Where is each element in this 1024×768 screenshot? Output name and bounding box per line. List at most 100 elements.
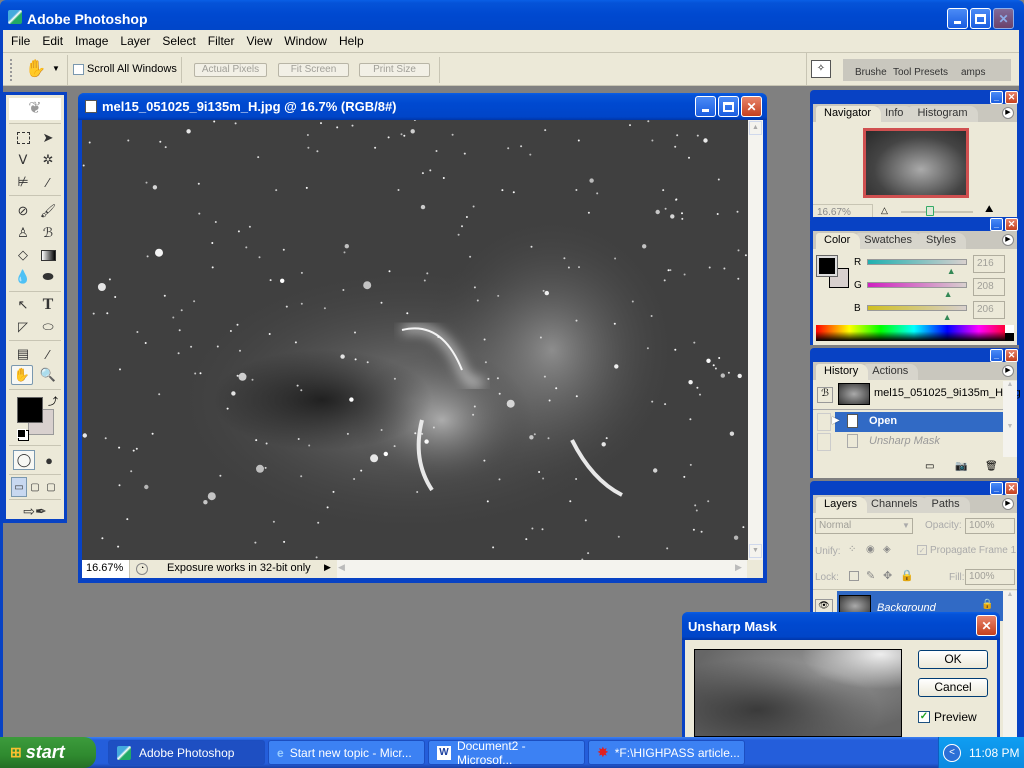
new-snapshot-icon[interactable]: 📷 (955, 461, 967, 472)
slice-tool-icon[interactable]: ⁄ (37, 172, 59, 192)
layers-minimize-button[interactable]: _ (990, 482, 1003, 495)
color-slider-thumb[interactable]: ▲ (944, 289, 953, 299)
menu-image[interactable]: Image (75, 34, 108, 48)
dodge-tool-icon[interactable]: ⬬ (37, 267, 59, 287)
fill-field[interactable]: 100% (965, 569, 1015, 585)
opacity-field[interactable]: 100% (965, 518, 1015, 534)
pen-tool-icon[interactable]: ◸ (12, 317, 34, 337)
print-size-button[interactable]: Print Size (359, 63, 430, 77)
tab-color[interactable]: Color (816, 233, 861, 249)
tab-swatches[interactable]: Swatches (856, 233, 922, 249)
status-menu-icon[interactable]: ◔ (136, 563, 148, 575)
color-panel-menu-icon[interactable]: ▶ (1002, 234, 1014, 246)
ellipse-shape-tool-icon[interactable]: ⬭ (37, 317, 59, 337)
spectrum-white-black-swatch[interactable] (1005, 325, 1014, 341)
start-button[interactable]: ⊞ start (0, 737, 96, 768)
navigator-minimize-button[interactable]: _ (990, 91, 1003, 104)
color-channel-slider-b[interactable] (867, 305, 967, 311)
taskbar-item-internet-explorer[interactable]: e Start new topic - Micr... (268, 740, 425, 765)
history-brush-tool-icon[interactable]: ℬ (37, 223, 59, 243)
options-bar-grip[interactable] (10, 59, 12, 81)
jump-to-imageready-icon[interactable]: ⇨✒ (14, 501, 56, 521)
color-channel-slider-g[interactable] (867, 282, 967, 288)
lock-transparency-icon[interactable] (849, 571, 859, 581)
show-hidden-icons-button[interactable]: < (943, 743, 961, 762)
full-screen-menu-mode-icon[interactable]: ▢ (27, 477, 43, 497)
foreground-color-swatch[interactable] (17, 397, 43, 423)
color-minimize-button[interactable]: _ (990, 218, 1003, 231)
dialog-ok-button[interactable]: OK (918, 650, 988, 669)
color-foreground-swatch[interactable] (816, 255, 838, 277)
unify-position-icon[interactable]: ⁘ (848, 544, 856, 555)
move-tool-icon[interactable]: ➤ (37, 128, 59, 148)
tab-styles[interactable]: Styles (918, 233, 966, 249)
scroll-left-arrow-icon[interactable]: ◀ (338, 562, 345, 573)
lock-all-icon[interactable]: 🔒 (900, 569, 914, 582)
color-channel-value-r[interactable]: 216 (973, 255, 1005, 273)
document-vertical-scrollbar[interactable]: ▲ ▼ (748, 120, 763, 560)
default-colors-icon[interactable] (17, 429, 26, 438)
quick-mask-mode-icon[interactable]: ● (38, 450, 60, 470)
app-close-button[interactable]: ✕ (993, 8, 1014, 29)
history-state-checkbox[interactable] (817, 413, 831, 431)
menu-help[interactable]: Help (339, 34, 364, 48)
fit-screen-button[interactable]: Fit Screen (278, 63, 349, 77)
color-slider-thumb[interactable]: ▲ (943, 312, 952, 322)
history-state-unsharp-mask[interactable]: Unsharp Mask (835, 432, 1003, 452)
menu-edit[interactable]: Edit (42, 34, 63, 48)
history-state-checkbox[interactable] (817, 433, 831, 451)
preview-checkbox[interactable]: ✓ (918, 711, 930, 723)
status-arrow-icon[interactable]: ▶ (324, 562, 331, 573)
menu-layer[interactable]: Layer (120, 34, 150, 48)
scroll-all-windows-checkbox[interactable] (73, 64, 84, 75)
navigator-close-button[interactable]: ✕ (1005, 91, 1018, 104)
document-horizontal-scrollbar[interactable]: ◀ ▶ (337, 560, 747, 578)
tab-navigator[interactable]: Navigator (816, 106, 882, 122)
brush-tool-icon[interactable]: 🖌 (37, 201, 59, 221)
layers-close-button[interactable]: ✕ (1005, 482, 1018, 495)
history-state-open[interactable]: Open (835, 412, 1003, 432)
dialog-close-button[interactable]: ✕ (976, 615, 997, 636)
menu-window[interactable]: Window (284, 34, 327, 48)
document-close-button[interactable]: ✕ (741, 96, 762, 117)
color-slider-thumb[interactable]: ▲ (947, 266, 956, 276)
menu-file[interactable]: File (11, 34, 30, 48)
gradient-tool-icon[interactable] (37, 245, 59, 265)
tab-info[interactable]: Info (877, 106, 914, 122)
eyedropper-tool-icon[interactable]: ⁄ (37, 344, 59, 364)
blend-mode-dropdown-icon[interactable]: ▼ (899, 519, 913, 533)
history-scrollbar[interactable]: ▲ ▼ (1003, 381, 1017, 457)
menu-filter[interactable]: Filter (208, 34, 235, 48)
hand-tool-icon[interactable]: ✋ (11, 365, 33, 385)
image-canvas[interactable] (82, 120, 748, 560)
tool-preset-dropdown-icon[interactable]: ▼ (52, 64, 60, 73)
lock-image-icon[interactable]: ✎ (866, 569, 875, 582)
full-screen-mode-icon[interactable]: ▢ (43, 477, 59, 497)
navigator-zoom-slider[interactable] (901, 211, 973, 213)
dialog-preview-image[interactable] (694, 649, 902, 737)
app-maximize-button[interactable] (970, 8, 991, 29)
history-panel-menu-icon[interactable]: ▶ (1002, 365, 1014, 377)
photoshop-feather-logo[interactable]: ❦ (9, 98, 61, 120)
tab-actions[interactable]: Actions (864, 364, 919, 380)
actual-pixels-button[interactable]: Actual Pixels (194, 63, 267, 77)
palette-well-tab-comps[interactable]: amps (961, 67, 985, 78)
menu-select[interactable]: Select (162, 34, 195, 48)
standard-screen-mode-icon[interactable]: ▭ (11, 477, 27, 497)
swap-colors-icon[interactable]: ⤴ (48, 393, 58, 408)
color-channel-value-b[interactable]: 206 (973, 301, 1005, 319)
menu-view[interactable]: View (246, 34, 272, 48)
document-title-bar[interactable]: mel15_051025_9i135m_H.jpg @ 16.7% (RGB/8… (78, 93, 767, 120)
color-spectrum-bar[interactable] (816, 325, 1012, 341)
unify-style-icon[interactable]: ◈ (883, 544, 891, 555)
document-maximize-button[interactable] (718, 96, 739, 117)
clone-stamp-tool-icon[interactable]: ♙ (12, 223, 34, 243)
taskbar-item-photoshop[interactable]: Adobe Photoshop (108, 740, 265, 765)
standard-mode-icon[interactable]: ◯ (13, 450, 35, 470)
document-minimize-button[interactable] (695, 96, 716, 117)
lock-position-icon[interactable]: ✥ (883, 569, 892, 582)
lasso-tool-icon[interactable]: ᐯ (12, 150, 34, 170)
tab-history[interactable]: History (816, 364, 869, 380)
eraser-tool-icon[interactable]: ◇ (12, 245, 34, 265)
palette-well-tab-brushes[interactable]: Brushe (855, 67, 887, 78)
